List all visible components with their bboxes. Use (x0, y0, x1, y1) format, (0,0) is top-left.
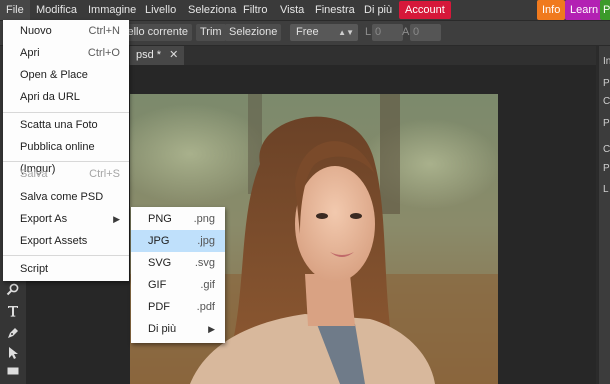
selection-button[interactable]: Selezione (225, 24, 282, 41)
menu-file[interactable]: File (0, 0, 30, 20)
right-panel-label[interactable]: P (603, 118, 610, 129)
menu-item-shortcut: Ctrl+S (89, 168, 120, 180)
menu-item-label: Script (20, 263, 49, 275)
export-format-label: PNG (148, 213, 172, 225)
menu-item-label: Apri da URL (20, 91, 80, 103)
export-png[interactable]: PNG .png (131, 208, 225, 230)
text-tool-icon[interactable] (3, 304, 23, 322)
export-format-ext: .pdf (196, 301, 215, 313)
menu-seleziona[interactable]: Seleziona (188, 0, 236, 20)
ratio-select[interactable]: Free ▲▼ (290, 24, 358, 41)
height-input[interactable]: 0 (410, 24, 441, 41)
menu-separator (3, 161, 129, 162)
menu-item-apri-da-url[interactable]: Apri da URL (3, 86, 129, 108)
right-panel-label[interactable]: P (603, 163, 610, 174)
current-layer-button[interactable]: vello corrente (118, 24, 193, 41)
export-as-submenu: PNG .png JPG .jpg SVG .svg GIF .gif PDF … (131, 207, 225, 343)
menu-item-label: Export Assets (20, 235, 88, 247)
right-panel-label[interactable]: C (603, 96, 610, 107)
export-format-label: PDF (148, 301, 170, 313)
menu-di-piu[interactable]: Di più (364, 0, 392, 20)
export-format-label: Di più (148, 323, 177, 335)
export-format-ext: .jpg (197, 235, 215, 247)
export-format-label: JPG (148, 235, 170, 247)
right-panel-label[interactable]: In (603, 56, 610, 67)
menu-item-scatta-foto[interactable]: Scatta una Foto (3, 114, 129, 136)
path-select-tool-icon[interactable] (3, 346, 23, 364)
menu-modifica[interactable]: Modifica (36, 0, 77, 20)
learn-button[interactable]: Learn (565, 0, 604, 20)
menubar: File Modifica Immagine Livello Seleziona… (0, 0, 610, 21)
ratio-select-value: Free (296, 26, 319, 38)
shape-tool-icon[interactable] (3, 364, 23, 382)
export-format-ext: .png (193, 213, 215, 225)
menu-item-open-place[interactable]: Open & Place (3, 64, 129, 86)
menu-separator (3, 255, 129, 256)
extra-button[interactable]: P (600, 0, 610, 20)
right-panel-label[interactable]: L (603, 184, 609, 195)
export-format-ext: .gif (200, 279, 215, 291)
menu-item-label: Nuovo (20, 25, 52, 37)
menu-immagine[interactable]: Immagine (88, 0, 136, 20)
export-format-ext: .svg (194, 257, 215, 269)
menu-item-apri[interactable]: Apri Ctrl+O (3, 42, 129, 64)
info-button[interactable]: Info (537, 0, 566, 20)
menu-item-label: Scatta una Foto (20, 119, 98, 131)
select-arrows-icon: ▲▼ (338, 28, 354, 37)
document-tab-title: psd * (136, 49, 162, 61)
menu-item-label: Salva (20, 168, 48, 180)
right-panel-label[interactable]: P (603, 78, 610, 89)
pen-tool-icon[interactable] (3, 326, 23, 344)
zoom-tool-icon[interactable] (3, 282, 23, 300)
export-format-label: GIF (148, 279, 167, 291)
menu-item-label: Export As (20, 213, 68, 225)
submenu-arrow-icon: ▶ (208, 324, 215, 334)
menu-item-shortcut: Ctrl+O (87, 47, 120, 59)
menu-item-export-assets[interactable]: Export Assets (3, 230, 129, 252)
menu-filtro[interactable]: Filtro (243, 0, 267, 20)
export-jpg[interactable]: JPG .jpg (131, 230, 225, 252)
export-gif[interactable]: GIF .gif (131, 274, 225, 296)
width-label: L (365, 26, 372, 38)
right-panel: In P C P C P L (598, 46, 610, 384)
export-more[interactable]: Di più ▶ (131, 318, 225, 340)
menu-item-label: Apri (20, 47, 40, 59)
close-icon[interactable]: ✕ (169, 49, 178, 61)
menu-item-label: Salva come PSD (20, 191, 104, 203)
width-input[interactable]: 0 (372, 24, 403, 41)
menu-item-salva-psd[interactable]: Salva come PSD (3, 186, 129, 208)
menu-item-pubblica-online[interactable]: Pubblica online (Imgur) (3, 136, 129, 175)
menu-item-nuovo[interactable]: Nuovo Ctrl+N (3, 20, 129, 42)
menu-item-shortcut: Ctrl+N (88, 25, 120, 37)
menu-item-script[interactable]: Script (3, 258, 129, 280)
file-menu: Nuovo Ctrl+N Apri Ctrl+O Open & Place Ap… (3, 20, 129, 281)
export-format-label: SVG (148, 257, 172, 269)
submenu-arrow-icon: ▶ (113, 214, 120, 224)
menu-separator (3, 112, 129, 113)
account-button[interactable]: Account (399, 1, 451, 19)
right-panel-label[interactable]: C (603, 144, 610, 155)
menu-item-salva: Salva Ctrl+S (3, 163, 129, 185)
menu-item-label: Open & Place (20, 69, 88, 81)
export-pdf[interactable]: PDF .pdf (131, 296, 225, 318)
menu-item-export-as[interactable]: Export As ▶ (3, 208, 129, 230)
height-label: A (402, 26, 410, 38)
export-svg[interactable]: SVG .svg (131, 252, 225, 274)
menu-livello[interactable]: Livello (145, 0, 176, 20)
menu-vista[interactable]: Vista (280, 0, 304, 20)
trim-button[interactable]: Trim (196, 24, 226, 41)
menu-finestra[interactable]: Finestra (315, 0, 355, 20)
document-tab[interactable]: psd * ✕ (130, 46, 185, 65)
